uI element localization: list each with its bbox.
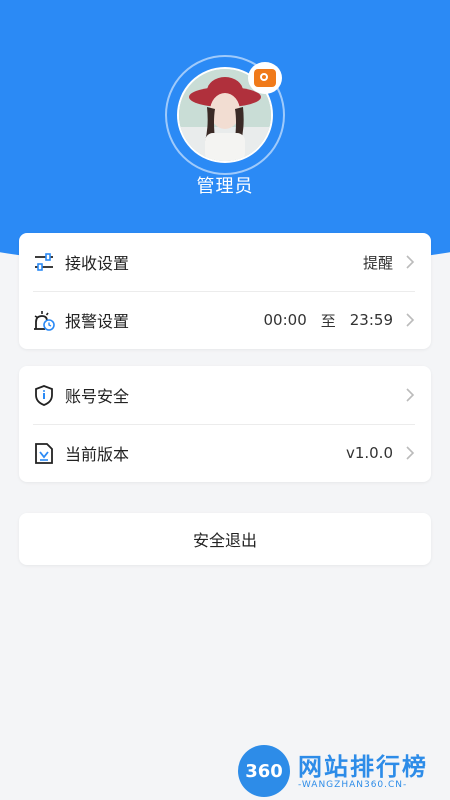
alarm-settings-row[interactable]: 报警设置 00:00 至 23:59 [19, 291, 431, 349]
current-version-label: 当前版本 [65, 445, 130, 464]
watermark: 360 网站排行榜 -WANGZHAN360.CN- [238, 745, 448, 797]
logout-button[interactable]: 安全退出 [19, 513, 431, 565]
chevron-right-icon [406, 446, 415, 460]
current-version-row[interactable]: 当前版本 v1.0.0 [19, 424, 431, 482]
sliders-icon [33, 251, 55, 273]
chevron-right-icon [406, 313, 415, 327]
alarm-start-time: 00:00 [263, 311, 307, 329]
alarm-end-time: 23:59 [349, 311, 393, 329]
account-card: 账号安全 当前版本 v1.0.0 [19, 366, 431, 482]
username: 管理员 [196, 176, 254, 197]
chevron-right-icon [406, 255, 415, 269]
watermark-logo: 360 [238, 745, 290, 797]
current-version-value: v1.0.0 [345, 444, 393, 462]
watermark-subtitle: -WANGZHAN360.CN- [298, 780, 408, 790]
shield-icon [33, 384, 55, 406]
receive-settings-label: 接收设置 [65, 254, 130, 273]
alarm-range-separator: 至 [320, 311, 336, 330]
account-security-row[interactable]: 账号安全 [19, 366, 431, 424]
watermark-title: 网站排行榜 [298, 753, 428, 781]
chevron-right-icon [406, 388, 415, 402]
document-icon [33, 442, 55, 464]
alarm-settings-label: 报警设置 [65, 312, 130, 331]
receive-settings-row[interactable]: 接收设置 提醒 [19, 233, 431, 291]
camera-icon [254, 69, 276, 87]
receive-settings-value: 提醒 [362, 253, 393, 272]
alarm-time-range: 00:00 至 23:59 [264, 310, 393, 331]
change-avatar-button[interactable] [248, 62, 282, 94]
account-security-label: 账号安全 [65, 387, 130, 406]
alarm-clock-icon [33, 309, 55, 331]
notification-settings-card: 接收设置 提醒 报警设置 00:00 至 23:59 [19, 233, 431, 349]
